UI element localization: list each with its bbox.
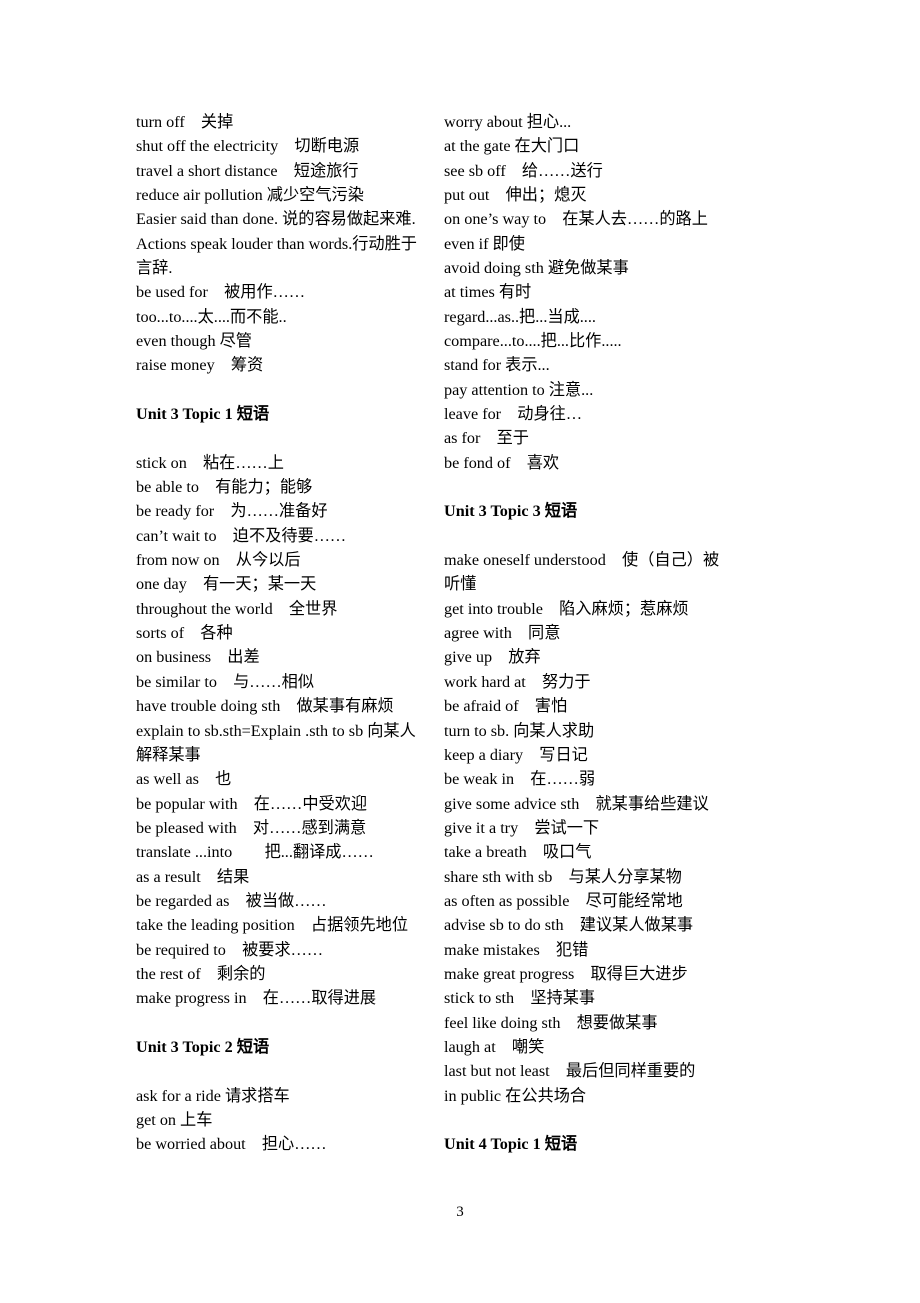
- section-heading: Unit 3 Topic 1 短语: [136, 405, 270, 424]
- phrase-entry: see sb off 给……送行: [444, 161, 603, 180]
- two-column-body: turn off 关掉 shut off the electricity 切断电源…: [136, 110, 784, 1180]
- phrase-entry: make oneself understood 使（自己）被听懂: [444, 551, 720, 594]
- phrase-entry: take the leading position 占据领先地位: [136, 916, 409, 935]
- phrase-entry: be afraid of 害怕: [444, 697, 568, 716]
- phrase-entry: keep a diary 写日记: [444, 745, 588, 764]
- phrase-entry: be able to 有能力；能够: [136, 478, 313, 497]
- phrase-entry: take a breath 吸口气: [444, 843, 592, 862]
- phrase-entry: be weak in 在……弱: [444, 770, 596, 789]
- phrase-entry: reduce air pollution 减少空气污染: [136, 186, 364, 205]
- phrase-entry: be ready for 为……准备好: [136, 502, 328, 521]
- phrase-entry: feel like doing sth 想要做某事: [444, 1013, 658, 1032]
- right-column: worry about 担心... at the gate 在大门口 see sb …: [444, 110, 734, 1181]
- phrase-entry: last but not least 最后但同样重要的: [444, 1062, 696, 1081]
- phrase-entry: give up 放弃: [444, 648, 541, 667]
- document-page: turn off 关掉 shut off the electricity 切断电源…: [0, 0, 920, 1303]
- phrase-entry: give it a try 尝试一下: [444, 818, 600, 837]
- phrase-entry: as for 至于: [444, 429, 529, 448]
- phrase-entry: in public 在公共场合: [444, 1086, 587, 1105]
- phrase-entry: ask for a ride 请求搭车: [136, 1086, 290, 1105]
- phrase-entry: advise sb to do sth 建议某人做某事: [444, 916, 694, 935]
- phrase-entry: can’t wait to 迫不及待要……: [136, 526, 347, 545]
- phrase-entry: stick on 粘在……上: [136, 453, 284, 472]
- phrase-entry: work hard at 努力于: [444, 672, 591, 691]
- phrase-entry: at times 有时: [444, 283, 532, 302]
- phrase-entry: be similar to 与……相似: [136, 672, 315, 691]
- phrase-entry: be worried about 担心……: [136, 1135, 327, 1154]
- left-column: turn off 关掉 shut off the electricity 切断电源…: [136, 110, 426, 1157]
- phrase-entry: stand for 表示...: [444, 356, 550, 375]
- phrase-entry: compare...to....把...比作.....: [444, 332, 622, 351]
- phrase-entry: one day 有一天；某一天: [136, 575, 317, 594]
- phrase-entry: Actions speak louder than words.行动胜于言辞.: [136, 234, 417, 278]
- phrase-entry: the rest of 剩余的: [136, 964, 266, 983]
- phrase-entry: travel a short distance 短途旅行: [136, 161, 359, 180]
- phrase-entry: turn off 关掉: [136, 113, 234, 131]
- phrase-entry: as well as 也: [136, 770, 232, 789]
- section-heading: Unit 3 Topic 3 短语: [444, 502, 578, 521]
- phrase-entry: even though 尽管: [136, 332, 252, 351]
- phrase-entry: stick to sth 坚持某事: [444, 989, 596, 1008]
- phrase-entry: sorts of 各种: [136, 624, 233, 643]
- phrase-entry: turn to sb. 向某人求助: [444, 721, 595, 740]
- phrase-entry: agree with 同意: [444, 624, 561, 643]
- phrase-entry: be pleased with 对……感到满意: [136, 818, 367, 837]
- phrase-entry: shut off the electricity 切断电源: [136, 137, 360, 156]
- phrase-entry: explain to sb.sth=Explain .sth to sb 向某人…: [136, 721, 416, 764]
- phrase-entry: give some advice sth 就某事给些建议: [444, 794, 709, 813]
- phrase-entry: translate ...into 把...翻译成……: [136, 843, 374, 862]
- phrase-entry: too...to....太....而不能..: [136, 307, 287, 326]
- phrase-entry: as a result 结果: [136, 867, 250, 886]
- phrase-entry: get on 上车: [136, 1110, 213, 1129]
- phrase-entry: on business 出差: [136, 648, 260, 667]
- phrase-entry: get into trouble 陷入麻烦；惹麻烦: [444, 599, 689, 618]
- phrase-entry: on one’s way to 在某人去……的路上: [444, 210, 708, 229]
- phrase-entry: be fond of 喜欢: [444, 453, 560, 472]
- phrase-entry: be used for 被用作……: [136, 283, 306, 302]
- phrase-entry: have trouble doing sth 做某事有麻烦: [136, 697, 394, 716]
- phrase-entry: pay attention to 注意...: [444, 380, 594, 399]
- phrase-entry: Easier said than done. 说的容易做起来难.: [136, 210, 416, 229]
- phrase-entry: be regarded as 被当做……: [136, 891, 327, 910]
- phrase-entry: avoid doing sth 避免做某事: [444, 259, 629, 278]
- phrase-entry: as often as possible 尽可能经常地: [444, 891, 683, 910]
- section-heading: Unit 3 Topic 2 短语: [136, 1037, 270, 1056]
- phrase-entry: make progress in 在……取得进展: [136, 989, 377, 1008]
- phrase-entry: raise money 筹资: [136, 356, 264, 375]
- phrase-entry: at the gate 在大门口: [444, 137, 580, 156]
- phrase-entry: even if 即使: [444, 234, 525, 253]
- phrase-entry: throughout the world 全世界: [136, 599, 338, 618]
- phrase-entry: regard...as..把...当成....: [444, 307, 596, 326]
- phrase-entry: put out 伸出；熄灭: [444, 186, 587, 205]
- phrase-entry: leave for 动身往…: [444, 405, 583, 424]
- phrase-entry: make great progress 取得巨大进步: [444, 964, 688, 983]
- phrase-entry: make mistakes 犯错: [444, 940, 589, 959]
- phrase-entry: be popular with 在……中受欢迎: [136, 794, 368, 813]
- phrase-entry: laugh at 嘲笑: [444, 1037, 545, 1056]
- phrase-entry: share sth with sb 与某人分享某物: [444, 867, 682, 886]
- phrase-entry: worry about 担心...: [444, 113, 572, 131]
- section-heading: Unit 4 Topic 1 短语: [444, 1135, 578, 1154]
- phrase-entry: be required to 被要求……: [136, 940, 324, 959]
- page-number: 3: [456, 1204, 464, 1220]
- phrase-entry: from now on 从今以后: [136, 551, 301, 570]
